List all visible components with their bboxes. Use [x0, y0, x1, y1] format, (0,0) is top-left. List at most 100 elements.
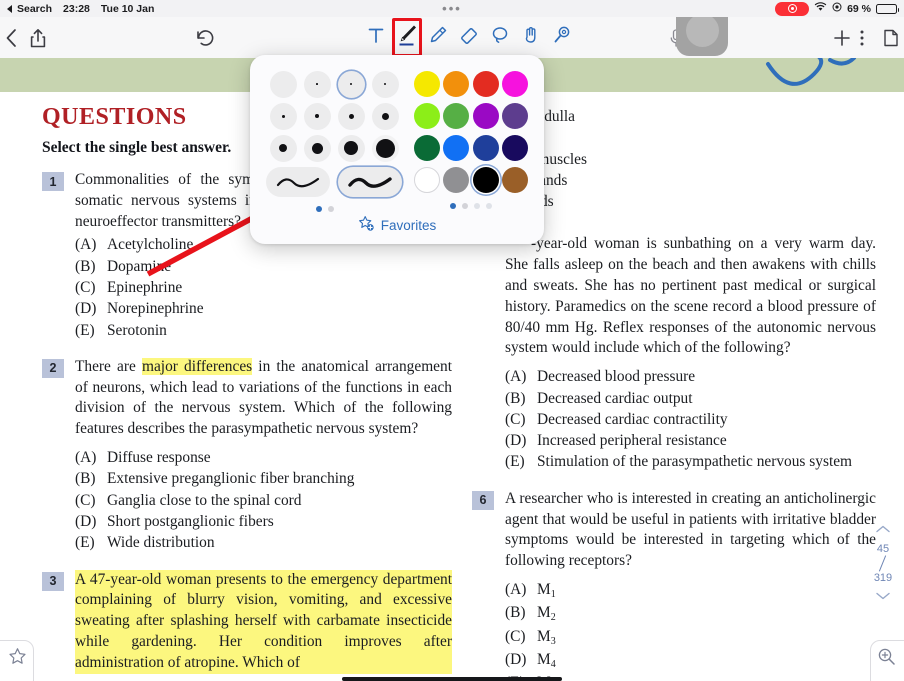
page-dot-active[interactable]	[450, 203, 456, 209]
share-button[interactable]	[29, 27, 47, 49]
color-swatch-purple[interactable]	[472, 101, 499, 130]
pages-button[interactable]	[882, 27, 900, 48]
option-item[interactable]: (A) Decreased blood pressure	[505, 366, 876, 387]
color-swatch-blue[interactable]	[443, 133, 470, 162]
option-letter: (E)	[75, 534, 95, 552]
lasso-tool-button[interactable]	[486, 21, 514, 54]
favorites-button[interactable]: Favorites	[250, 215, 544, 235]
color-swatch-brown[interactable]	[501, 165, 528, 194]
option-item[interactable]: (B) Decreased cardiac output	[505, 388, 876, 409]
color-swatch-black-selected[interactable]	[472, 165, 499, 194]
option-text: Stimulation of the parasympathetic nervo…	[537, 453, 853, 471]
size-option[interactable]	[300, 69, 334, 99]
stem-part-pre: There are	[75, 357, 142, 375]
option-item[interactable]: (D) Short postganglionic fibers	[75, 511, 452, 532]
color-swatch-light-green[interactable]	[414, 101, 441, 130]
more-menu-button[interactable]	[859, 28, 865, 48]
page-dot[interactable]	[474, 203, 480, 209]
status-time: 23:28	[63, 2, 90, 15]
drawing-tool-group	[362, 18, 576, 57]
color-swatch-dark-navy[interactable]	[501, 133, 528, 162]
status-center-dots-icon: •••	[442, 0, 462, 16]
eraser-tool-button[interactable]	[455, 21, 483, 54]
option-item[interactable]: (A) M1	[505, 579, 876, 602]
page-navigation-rail: 45 319	[866, 524, 900, 603]
color-swatch-orange[interactable]	[443, 69, 470, 98]
option-item[interactable]: (E) Serotonin	[75, 320, 452, 341]
question-number: 6	[472, 490, 494, 510]
color-swatch-dark-purple[interactable]	[501, 101, 528, 130]
size-option[interactable]	[334, 133, 368, 163]
bookmark-button[interactable]	[0, 640, 34, 681]
magnifier-plus-icon	[877, 647, 896, 671]
status-bar-right: 69 %	[775, 1, 899, 16]
option-item[interactable]: (B) Dopamine	[75, 256, 452, 277]
shape-tool-button[interactable]	[548, 21, 576, 54]
option-item[interactable]: (C) Decreased cardiac contractility	[505, 409, 876, 430]
stroke-style-thick-selected[interactable]	[338, 167, 402, 197]
color-swatch-gray[interactable]	[443, 165, 470, 194]
undo-button[interactable]	[194, 28, 216, 48]
highlighter-tool-button[interactable]	[424, 21, 452, 54]
size-option[interactable]	[368, 69, 402, 99]
chevron-up-icon[interactable]	[875, 524, 891, 536]
hand-icon	[520, 24, 542, 51]
size-option[interactable]	[300, 101, 334, 131]
hand-tool-button[interactable]	[517, 21, 545, 54]
option-item[interactable]: (D) Increased peripheral resistance	[505, 430, 876, 451]
color-swatch-yellow[interactable]	[414, 69, 441, 98]
zoom-in-button[interactable]	[870, 640, 904, 681]
color-swatch-dark-green[interactable]	[414, 133, 441, 162]
option-item[interactable]: (E) Stimulation of the parasympathetic n…	[505, 451, 876, 472]
size-option[interactable]	[334, 101, 368, 131]
page-dot[interactable]	[486, 203, 492, 209]
add-page-button[interactable]	[832, 28, 852, 48]
option-list: (A) M1 (B) M2 (C) M3 (D) M4	[505, 579, 876, 681]
option-text: Wide distribution	[107, 534, 215, 552]
back-button[interactable]	[4, 27, 19, 49]
color-swatch-white[interactable]	[414, 165, 441, 194]
wifi-icon	[814, 2, 827, 15]
option-item[interactable]: (E) Wide distribution	[75, 532, 452, 553]
stroke-style-thin[interactable]	[266, 167, 330, 197]
text-tool-button[interactable]	[362, 21, 390, 54]
option-item[interactable]: (D) M4	[505, 649, 876, 672]
color-swatch-navy-blue[interactable]	[472, 133, 499, 162]
size-option[interactable]	[300, 133, 334, 163]
battery-icon	[876, 3, 899, 14]
pen-options-popup[interactable]: Favorites	[250, 55, 544, 244]
option-item[interactable]: (B) M2	[505, 602, 876, 625]
option-letter: (C)	[75, 491, 96, 509]
page-dot-active[interactable]	[316, 206, 322, 212]
question-block-6: 6 A researcher who is interested in crea…	[472, 489, 876, 681]
status-back-app-label[interactable]: Search	[17, 3, 52, 15]
size-option[interactable]	[266, 69, 300, 99]
page-dot[interactable]	[462, 203, 468, 209]
size-option[interactable]	[368, 133, 402, 163]
pen-tool-button[interactable]	[392, 18, 422, 57]
size-option-selected[interactable]	[334, 69, 368, 99]
option-item[interactable]: (D) Norepinephrine	[75, 298, 452, 319]
record-indicator-icon[interactable]	[775, 1, 810, 16]
option-item[interactable]: (C) Epinephrine	[75, 277, 452, 298]
page-dot[interactable]	[328, 206, 334, 212]
option-text: Dopamine	[107, 257, 172, 275]
option-letter: (A)	[75, 449, 97, 467]
option-item[interactable]: (C) M3	[505, 626, 876, 649]
question-block-5: -year-old woman is sunbathing on a very …	[472, 234, 876, 472]
chevron-down-icon[interactable]	[875, 591, 891, 603]
size-option[interactable]	[266, 101, 300, 131]
option-item[interactable]: (C) Ganglia close to the spinal cord	[75, 490, 452, 511]
back-triangle-icon[interactable]	[7, 4, 12, 13]
option-text: Serotonin	[107, 321, 167, 339]
size-option[interactable]	[368, 101, 402, 131]
option-text: M3	[537, 627, 556, 647]
page-number-indicator[interactable]: 45 319	[873, 543, 893, 584]
color-swatch-red[interactable]	[472, 69, 499, 98]
size-grid	[266, 69, 402, 163]
option-item[interactable]: (A) Diffuse response	[75, 447, 452, 468]
color-swatch-magenta[interactable]	[501, 69, 528, 98]
option-item[interactable]: (B) Extensive preganglionic fiber branch…	[75, 468, 452, 489]
color-swatch-green[interactable]	[443, 101, 470, 130]
size-option[interactable]	[266, 133, 300, 163]
